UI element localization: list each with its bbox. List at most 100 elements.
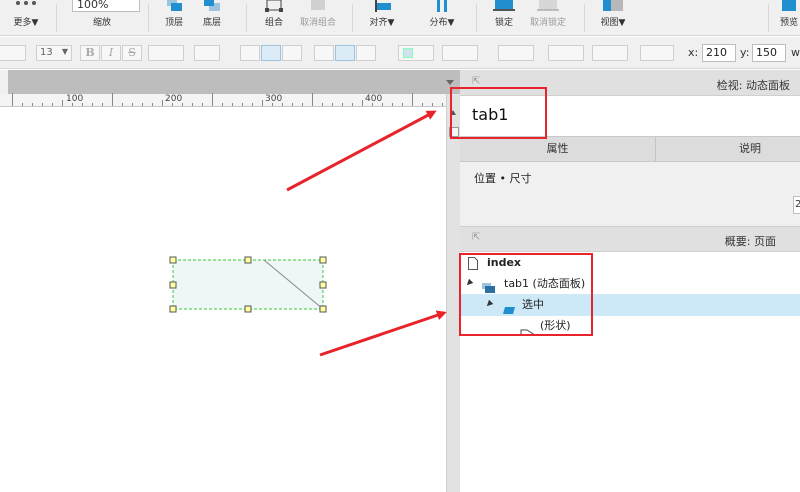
align-button[interactable]: 对齐▼ <box>364 0 400 36</box>
valign-middle-button[interactable] <box>335 45 355 61</box>
ruler-tick <box>212 93 213 106</box>
bring-to-front-button[interactable]: 顶层 <box>158 0 190 36</box>
fill-swatch-icon <box>403 48 413 58</box>
ruler-label: 400 <box>365 94 383 104</box>
position-size-heading: 位置 • 尺寸 <box>474 172 532 185</box>
italic-button[interactable]: I <box>101 45 121 61</box>
ruler-tick <box>142 103 143 106</box>
tab-notes[interactable]: 说明 <box>657 137 800 161</box>
font-color-button[interactable] <box>148 45 184 61</box>
ruler-tick <box>392 103 393 106</box>
border-width-button[interactable] <box>548 45 584 61</box>
dynamic-panel-shape <box>172 259 324 310</box>
w-label: w <box>791 46 800 59</box>
border-color-button[interactable] <box>498 45 534 61</box>
back-label: 底层 <box>202 18 221 28</box>
text-style-button[interactable] <box>194 45 220 61</box>
lock-button[interactable]: 锁定 <box>488 0 520 36</box>
annotation-box <box>450 87 547 139</box>
tab-properties[interactable]: 属性 <box>460 137 656 161</box>
design-canvas[interactable] <box>0 108 446 492</box>
canvas-drawing <box>169 256 327 313</box>
bold-button[interactable]: B <box>80 45 100 61</box>
expand-arrow-icon[interactable]: ⇱ <box>472 232 480 243</box>
arrow-style-button[interactable] <box>640 45 674 61</box>
send-to-back-button[interactable]: 底层 <box>196 0 228 36</box>
preview-button[interactable]: 预览 <box>774 0 800 36</box>
ungroup-label: 取消组合 <box>299 18 336 28</box>
resize-handle <box>244 305 252 313</box>
more-icon <box>14 0 38 6</box>
ruler-tick <box>42 103 43 106</box>
font-family-select[interactable] <box>0 45 26 61</box>
x-input[interactable]: 210 <box>702 44 736 62</box>
properties-panel: 位置 • 尺寸 2 <box>460 162 800 226</box>
tab-menu-chevron-icon[interactable] <box>446 80 454 85</box>
more-button[interactable]: 更多▼ <box>6 0 46 36</box>
unlock-button[interactable]: 取消锁定 <box>526 0 570 36</box>
y-label: y: <box>740 46 750 59</box>
align-left-button[interactable] <box>240 45 260 61</box>
expand-arrow-icon[interactable]: ⇱ <box>472 76 480 87</box>
preview-icon <box>780 0 798 15</box>
resize-handle <box>169 281 177 289</box>
resize-handle <box>169 256 177 264</box>
chevron-down-icon: ▼ <box>61 47 68 56</box>
view-button[interactable]: 视图▼ <box>596 0 630 36</box>
fill-color-button[interactable] <box>398 45 434 61</box>
toolbar-separator <box>476 4 477 32</box>
preview-label: 预览 <box>779 18 798 28</box>
group-button[interactable]: 组合 <box>258 0 290 36</box>
annotation-box <box>459 253 593 336</box>
ruler-tick <box>172 103 173 106</box>
ruler-label: 300 <box>265 94 283 104</box>
align-center-button[interactable] <box>261 45 281 61</box>
resize-handle <box>319 256 327 264</box>
outline-title: 概要: 页面 <box>724 235 776 248</box>
bring-to-front-icon <box>165 0 183 15</box>
ruler-tick <box>342 103 343 106</box>
ruler-tick <box>322 103 323 106</box>
front-label: 顶层 <box>164 18 183 28</box>
border-style-button[interactable] <box>592 45 628 61</box>
ruler-tick <box>372 103 373 106</box>
shadow-button[interactable] <box>442 45 478 61</box>
resize-handle <box>244 256 252 264</box>
distribute-button[interactable]: 分布▼ <box>424 0 460 36</box>
ruler-tick <box>82 103 83 106</box>
resize-handle <box>319 305 327 313</box>
ruler-tick <box>62 100 63 106</box>
align-label: 对齐▼ <box>369 18 395 28</box>
font-size-select[interactable]: 13 ▼ <box>36 45 72 61</box>
panel-splitter[interactable] <box>446 94 460 492</box>
ruler-tick <box>122 103 123 106</box>
lock-label: 锁定 <box>494 18 513 28</box>
ruler-tick <box>272 103 273 106</box>
valign-bottom-button[interactable] <box>356 45 376 61</box>
toolbar-separator <box>148 4 149 32</box>
ruler-tick <box>182 103 183 106</box>
ruler-tick <box>112 93 113 106</box>
ruler-tick <box>22 103 23 106</box>
ruler-tick <box>152 103 153 106</box>
page-tab[interactable] <box>0 70 8 94</box>
ruler-tick <box>292 103 293 106</box>
ruler-tick <box>422 103 423 106</box>
main-toolbar: 更多▼ 100% 缩放 顶层 底层 组合 取消组合 对齐▼ 分布▼ 锁定 取消锁… <box>0 0 800 36</box>
send-to-back-icon <box>203 0 221 15</box>
valign-top-button[interactable] <box>314 45 334 61</box>
align-right-button[interactable] <box>282 45 302 61</box>
ruler-tick <box>242 103 243 106</box>
width-input[interactable]: 2 <box>793 196 800 214</box>
font-size-value: 13 <box>40 47 53 58</box>
ruler-tick <box>12 93 13 106</box>
y-input[interactable]: 150 <box>752 44 786 62</box>
ruler-tick <box>362 100 363 106</box>
distribute-icon <box>431 0 453 15</box>
ruler-tick <box>162 100 163 106</box>
ruler-tick <box>302 103 303 106</box>
ungroup-button[interactable]: 取消组合 <box>296 0 340 36</box>
unlock-icon <box>537 0 559 15</box>
strikethrough-button[interactable]: S <box>122 45 142 61</box>
unlock-label: 取消锁定 <box>529 18 566 28</box>
